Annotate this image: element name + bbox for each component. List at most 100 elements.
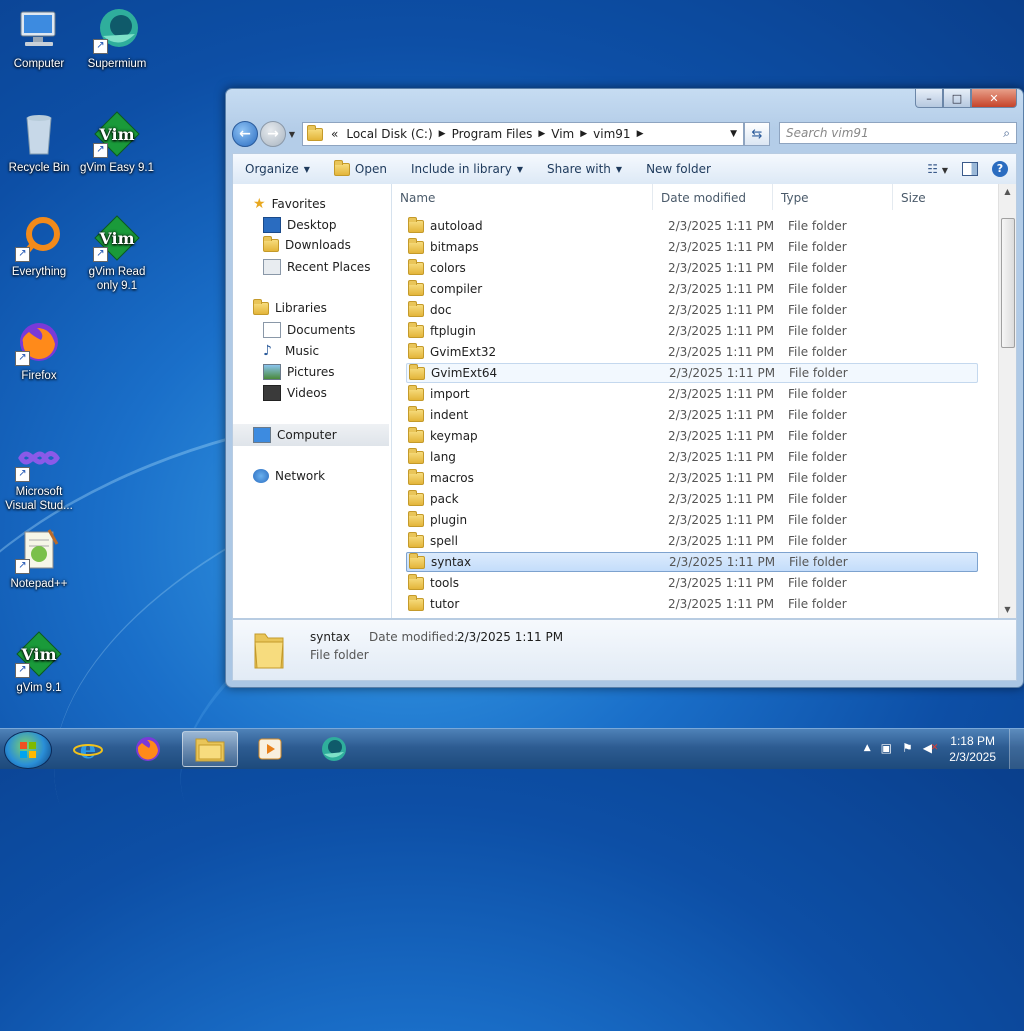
- file-row[interactable]: spell 2/3/2025 1:11 PM File folder: [406, 531, 978, 551]
- forward-button[interactable]: →: [260, 121, 286, 147]
- taskbar-clock[interactable]: 1:18 PM 2/3/2025: [949, 733, 996, 765]
- address-dropdown-icon[interactable]: ▼: [730, 129, 743, 139]
- file-date: 2/3/2025 1:11 PM: [668, 345, 775, 359]
- desktop-icon-visual-studio[interactable]: ↗ Microsoft Visual Stud...: [0, 434, 78, 513]
- file-row[interactable]: GvimExt64 2/3/2025 1:11 PM File folder: [406, 363, 978, 383]
- open-button[interactable]: Open: [322, 159, 399, 176]
- minimize-button[interactable]: –: [915, 89, 943, 108]
- file-name: GvimExt64: [431, 366, 498, 380]
- taskbar-supermium[interactable]: [306, 731, 362, 767]
- desktop-icon-notepad-plus-plus[interactable]: ↗ Notepad++: [0, 526, 78, 591]
- details-date-value: 2/3/2025 1:11 PM: [457, 630, 564, 644]
- file-row[interactable]: tutor 2/3/2025 1:11 PM File folder: [406, 594, 978, 614]
- chevron-right-icon[interactable]: ▶: [536, 129, 547, 139]
- address-bar[interactable]: « Local Disk (C:) ▶ Program Files ▶ Vim …: [302, 122, 744, 146]
- breadcrumb-vim91[interactable]: vim91: [589, 127, 634, 141]
- desktop-icon-computer[interactable]: Computer: [0, 6, 78, 71]
- include-in-library-button[interactable]: Include in library ▼: [399, 162, 535, 176]
- start-button[interactable]: [4, 731, 52, 769]
- scroll-down-icon[interactable]: ▼: [999, 602, 1016, 618]
- chevron-right-icon[interactable]: ▶: [578, 129, 589, 139]
- folder-icon: [408, 510, 424, 527]
- file-type: File folder: [788, 408, 847, 422]
- file-row[interactable]: GvimExt32 2/3/2025 1:11 PM File folder: [406, 342, 978, 362]
- breadcrumb-vim[interactable]: Vim: [547, 127, 578, 141]
- nav-label: Recent Places: [287, 260, 371, 274]
- volume-muted-icon[interactable]: ◀ ✕: [923, 741, 939, 755]
- file-row[interactable]: doc 2/3/2025 1:11 PM File folder: [406, 300, 978, 320]
- address-overflow[interactable]: «: [327, 127, 342, 141]
- desktop-icon-label: Recycle Bin: [8, 162, 70, 174]
- file-row[interactable]: import 2/3/2025 1:11 PM File folder: [406, 384, 978, 404]
- desktop-icon-everything[interactable]: ↗ Everything: [0, 214, 78, 279]
- column-date-modified[interactable]: Date modified: [653, 184, 773, 210]
- folder-icon: [409, 552, 425, 569]
- file-row[interactable]: lang 2/3/2025 1:11 PM File folder: [406, 447, 978, 467]
- search-input[interactable]: Search vim91 ⌕: [779, 122, 1017, 144]
- maximize-button[interactable]: □: [943, 89, 971, 108]
- file-row[interactable]: ftplugin 2/3/2025 1:11 PM File folder: [406, 321, 978, 341]
- nav-videos[interactable]: Videos: [263, 385, 327, 401]
- column-name[interactable]: Name: [392, 184, 653, 210]
- explorer-window[interactable]: – □ ✕ ← → ▼ « Local Disk (C:) ▶ Program …: [225, 88, 1024, 688]
- column-type[interactable]: Type: [773, 184, 893, 210]
- show-hidden-icons-button[interactable]: ▲: [864, 743, 871, 753]
- file-row[interactable]: syntax 2/3/2025 1:11 PM File folder: [406, 552, 978, 572]
- taskbar-firefox[interactable]: [120, 731, 176, 767]
- file-name: GvimExt32: [430, 345, 497, 359]
- file-row[interactable]: bitmaps 2/3/2025 1:11 PM File folder: [406, 237, 978, 257]
- show-desktop-button[interactable]: [1009, 729, 1024, 769]
- breadcrumb-program-files[interactable]: Program Files: [448, 127, 537, 141]
- file-row[interactable]: compiler 2/3/2025 1:11 PM File folder: [406, 279, 978, 299]
- breadcrumb-local-disk[interactable]: Local Disk (C:): [342, 127, 436, 141]
- taskbar-explorer[interactable]: [182, 731, 238, 767]
- refresh-button[interactable]: ⇆: [744, 122, 770, 146]
- nav-network[interactable]: Network: [253, 469, 325, 483]
- taskbar: e ▲ ▣ ⚑ ◀ ✕ 1:18 PM 2/3/2025: [0, 728, 1024, 769]
- nav-downloads[interactable]: Downloads: [263, 235, 351, 252]
- new-folder-button[interactable]: New folder: [634, 162, 723, 176]
- preview-pane-button[interactable]: [962, 162, 978, 176]
- close-button[interactable]: ✕: [971, 89, 1017, 108]
- file-type: File folder: [788, 303, 847, 317]
- desktop-icon-gvim[interactable]: Vim ↗ gVim 9.1: [0, 630, 78, 695]
- share-with-button[interactable]: Share with ▼: [535, 162, 634, 176]
- taskbar-internet-explorer[interactable]: e: [60, 731, 116, 767]
- view-options-button[interactable]: ☷ ▼: [927, 162, 948, 176]
- nav-pictures[interactable]: Pictures: [263, 364, 335, 380]
- file-row[interactable]: autoload 2/3/2025 1:11 PM File folder: [406, 216, 978, 236]
- nav-libraries[interactable]: Libraries: [253, 298, 327, 315]
- back-button[interactable]: ←: [232, 121, 258, 147]
- desktop-icon-firefox[interactable]: ↗ Firefox: [0, 318, 78, 383]
- scroll-up-icon[interactable]: ▲: [999, 184, 1016, 200]
- nav-documents[interactable]: Documents: [263, 322, 355, 338]
- desktop-icon-gvim-easy[interactable]: Vim ↗ gVim Easy 9.1: [78, 110, 156, 175]
- nav-favorites[interactable]: ★ Favorites: [253, 196, 326, 212]
- file-row[interactable]: pack 2/3/2025 1:11 PM File folder: [406, 489, 978, 509]
- desktop-icon-gvim-read-only[interactable]: Vim ↗ gVim Read only 9.1: [78, 214, 156, 293]
- help-button[interactable]: ?: [992, 161, 1008, 177]
- nav-music[interactable]: ♪ Music: [263, 343, 319, 359]
- action-center-flag-icon[interactable]: ⚑: [902, 741, 913, 755]
- nav-computer[interactable]: Computer: [233, 424, 389, 446]
- recent-pages-dropdown[interactable]: ▼: [286, 130, 298, 139]
- organize-button[interactable]: Organize ▼: [233, 162, 322, 176]
- file-row[interactable]: tools 2/3/2025 1:11 PM File folder: [406, 573, 978, 593]
- chevron-right-icon[interactable]: ▶: [635, 129, 646, 139]
- file-row[interactable]: plugin 2/3/2025 1:11 PM File folder: [406, 510, 978, 530]
- column-size[interactable]: Size: [893, 184, 973, 210]
- desktop-icon-recycle-bin[interactable]: Recycle Bin: [0, 110, 78, 175]
- scrollbar-thumb[interactable]: [1001, 218, 1015, 348]
- network-tray-icon[interactable]: ▣: [881, 741, 892, 755]
- chevron-right-icon[interactable]: ▶: [437, 129, 448, 139]
- file-row[interactable]: macros 2/3/2025 1:11 PM File folder: [406, 468, 978, 488]
- taskbar-media-player[interactable]: [242, 731, 298, 767]
- nav-desktop[interactable]: Desktop: [263, 217, 337, 233]
- file-row[interactable]: indent 2/3/2025 1:11 PM File folder: [406, 405, 978, 425]
- file-row[interactable]: colors 2/3/2025 1:11 PM File folder: [406, 258, 978, 278]
- desktop-icon: [263, 217, 281, 233]
- desktop-icon-supermium[interactable]: ↗ Supermium: [78, 6, 156, 71]
- file-row[interactable]: keymap 2/3/2025 1:11 PM File folder: [406, 426, 978, 446]
- nav-recent-places[interactable]: Recent Places: [263, 259, 370, 275]
- vertical-scrollbar[interactable]: ▲ ▼: [998, 184, 1016, 618]
